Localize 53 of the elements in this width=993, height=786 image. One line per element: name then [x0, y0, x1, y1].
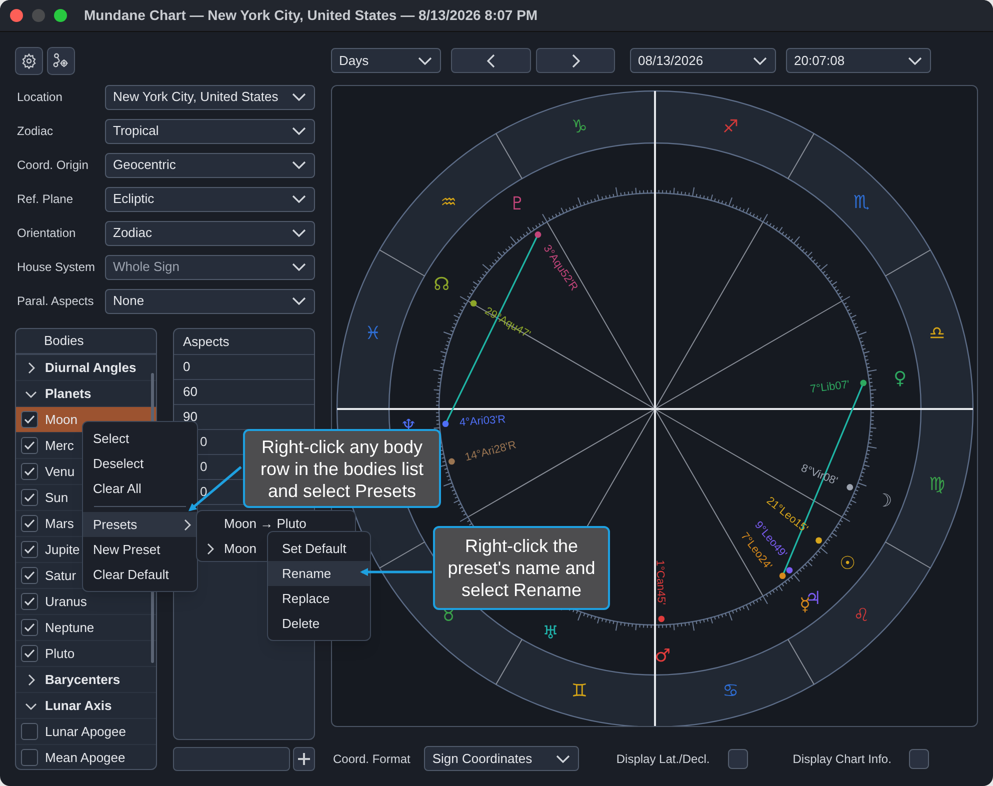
body-label: Mars [45, 514, 74, 533]
setting-label: Location [16, 89, 64, 106]
planet-glyph: ♇ [509, 193, 526, 214]
body-label: Uranus [45, 592, 87, 611]
zodiac-sign-glyph: ♍ [928, 474, 946, 496]
option-label: Display Lat./Decl. [616, 750, 710, 768]
body-label: Jupite [45, 540, 80, 559]
setting-label: Coord. Origin [16, 157, 90, 174]
zodiac-sign-glyph: ♑ [571, 116, 588, 138]
aspect-value: 60 [183, 383, 198, 402]
body-label: Moon [45, 410, 78, 429]
option-label: Display Chart Info. [792, 750, 892, 768]
setting-label: House System [16, 259, 96, 276]
planet-glyph: ☊ [434, 274, 450, 296]
planet-glyph: ☉ [840, 553, 856, 574]
body-label: Merc [45, 436, 74, 455]
body-label: Mean Apogee [45, 748, 126, 767]
zodiac-sign-glyph: ♐ [722, 116, 739, 138]
position-label: 7°Lib07' [810, 378, 850, 396]
zodiac-sign-glyph: ♌ [853, 604, 870, 626]
setting-label: Orientation [16, 225, 77, 242]
body-label: Pluto [45, 644, 75, 663]
zodiac-sign-glyph: ♏ [853, 192, 870, 214]
zodiac-sign-glyph: ♒ [440, 192, 457, 214]
planet-glyph: ☽ [876, 490, 892, 512]
column-header: Aspects [183, 332, 230, 351]
setting-label: Zodiac [16, 123, 54, 140]
planet-glyph: ♂ [654, 645, 671, 666]
zodiac-sign-glyph: ♋ [722, 680, 739, 702]
aspect-value: 0 [200, 458, 208, 476]
planet-glyph: ♅ [542, 622, 559, 644]
zodiac-sign-glyph: ♎ [928, 322, 946, 344]
aspect-value: 90 [183, 408, 198, 426]
window-title: Mundane Chart — New York City, United States — 8/13/2026 8:07 PM [84, 6, 538, 25]
aspect-value: 0 [183, 358, 190, 376]
column-header: Bodies [44, 332, 84, 350]
aspect-value: 0 [200, 433, 208, 452]
planet-glyph: ♀ [894, 368, 907, 389]
callout: Right-click the preset's name and select Rename [433, 526, 610, 610]
body-label: Satur [45, 566, 76, 585]
setting-label: Ref. Plane [16, 191, 74, 208]
body-label: Venu [45, 462, 75, 481]
zodiac-sign-glyph: ♓ [364, 322, 382, 344]
body-label: Sun [45, 488, 68, 507]
position-label: 1°Can45' [654, 560, 667, 606]
body-label: Neptune [45, 618, 94, 637]
callout: Right-click any body row in the bodies list and select Presets [243, 429, 441, 508]
body-label: Lunar Apogee [45, 722, 126, 741]
aspect-value: 0 [200, 483, 208, 502]
zodiac-sign-glyph: ♊ [571, 680, 588, 702]
coord-format-label: Coord. Format [333, 750, 410, 768]
position-label: 4°Ari03'R [459, 414, 506, 429]
setting-label: Paral. Aspects [16, 293, 95, 310]
